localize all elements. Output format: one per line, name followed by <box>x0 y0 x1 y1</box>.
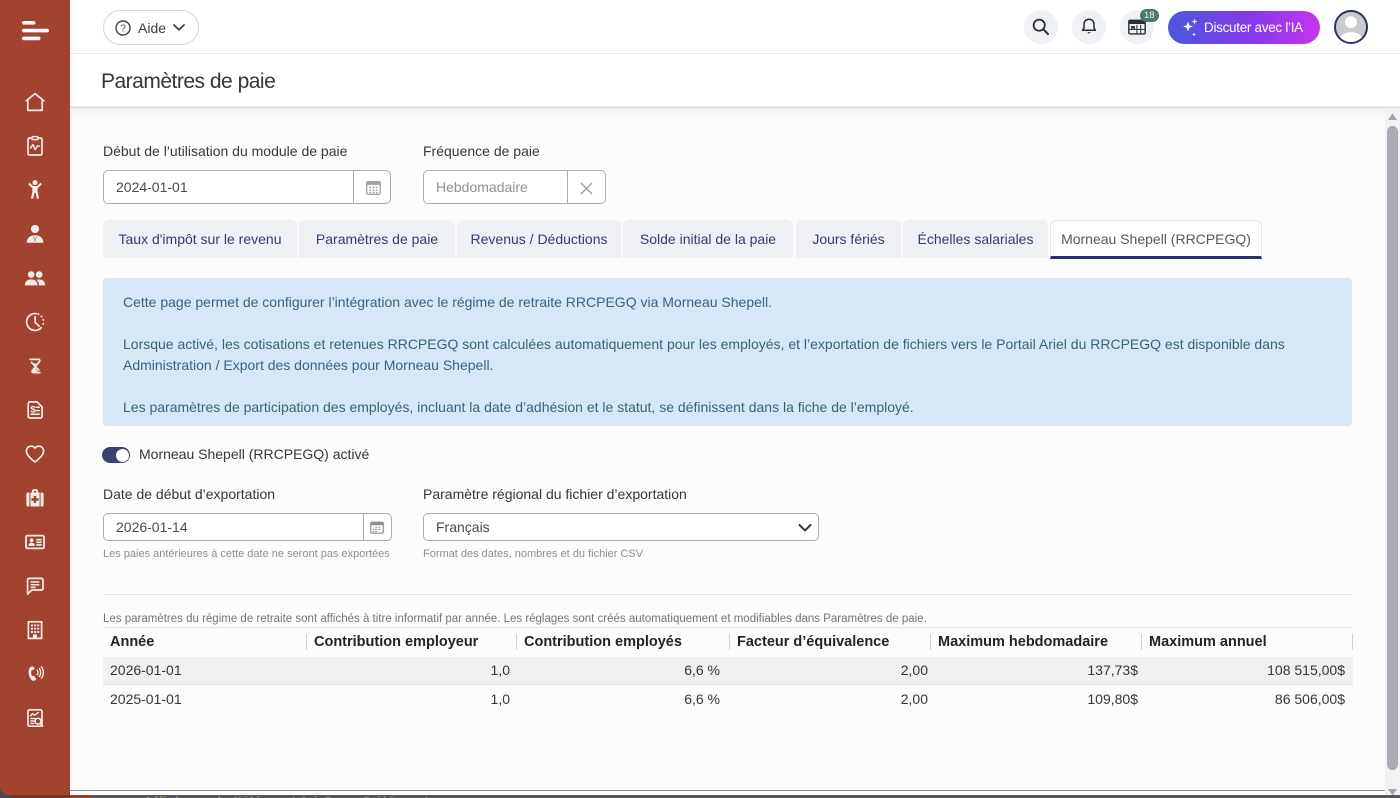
svg-text:?: ? <box>120 23 126 34</box>
